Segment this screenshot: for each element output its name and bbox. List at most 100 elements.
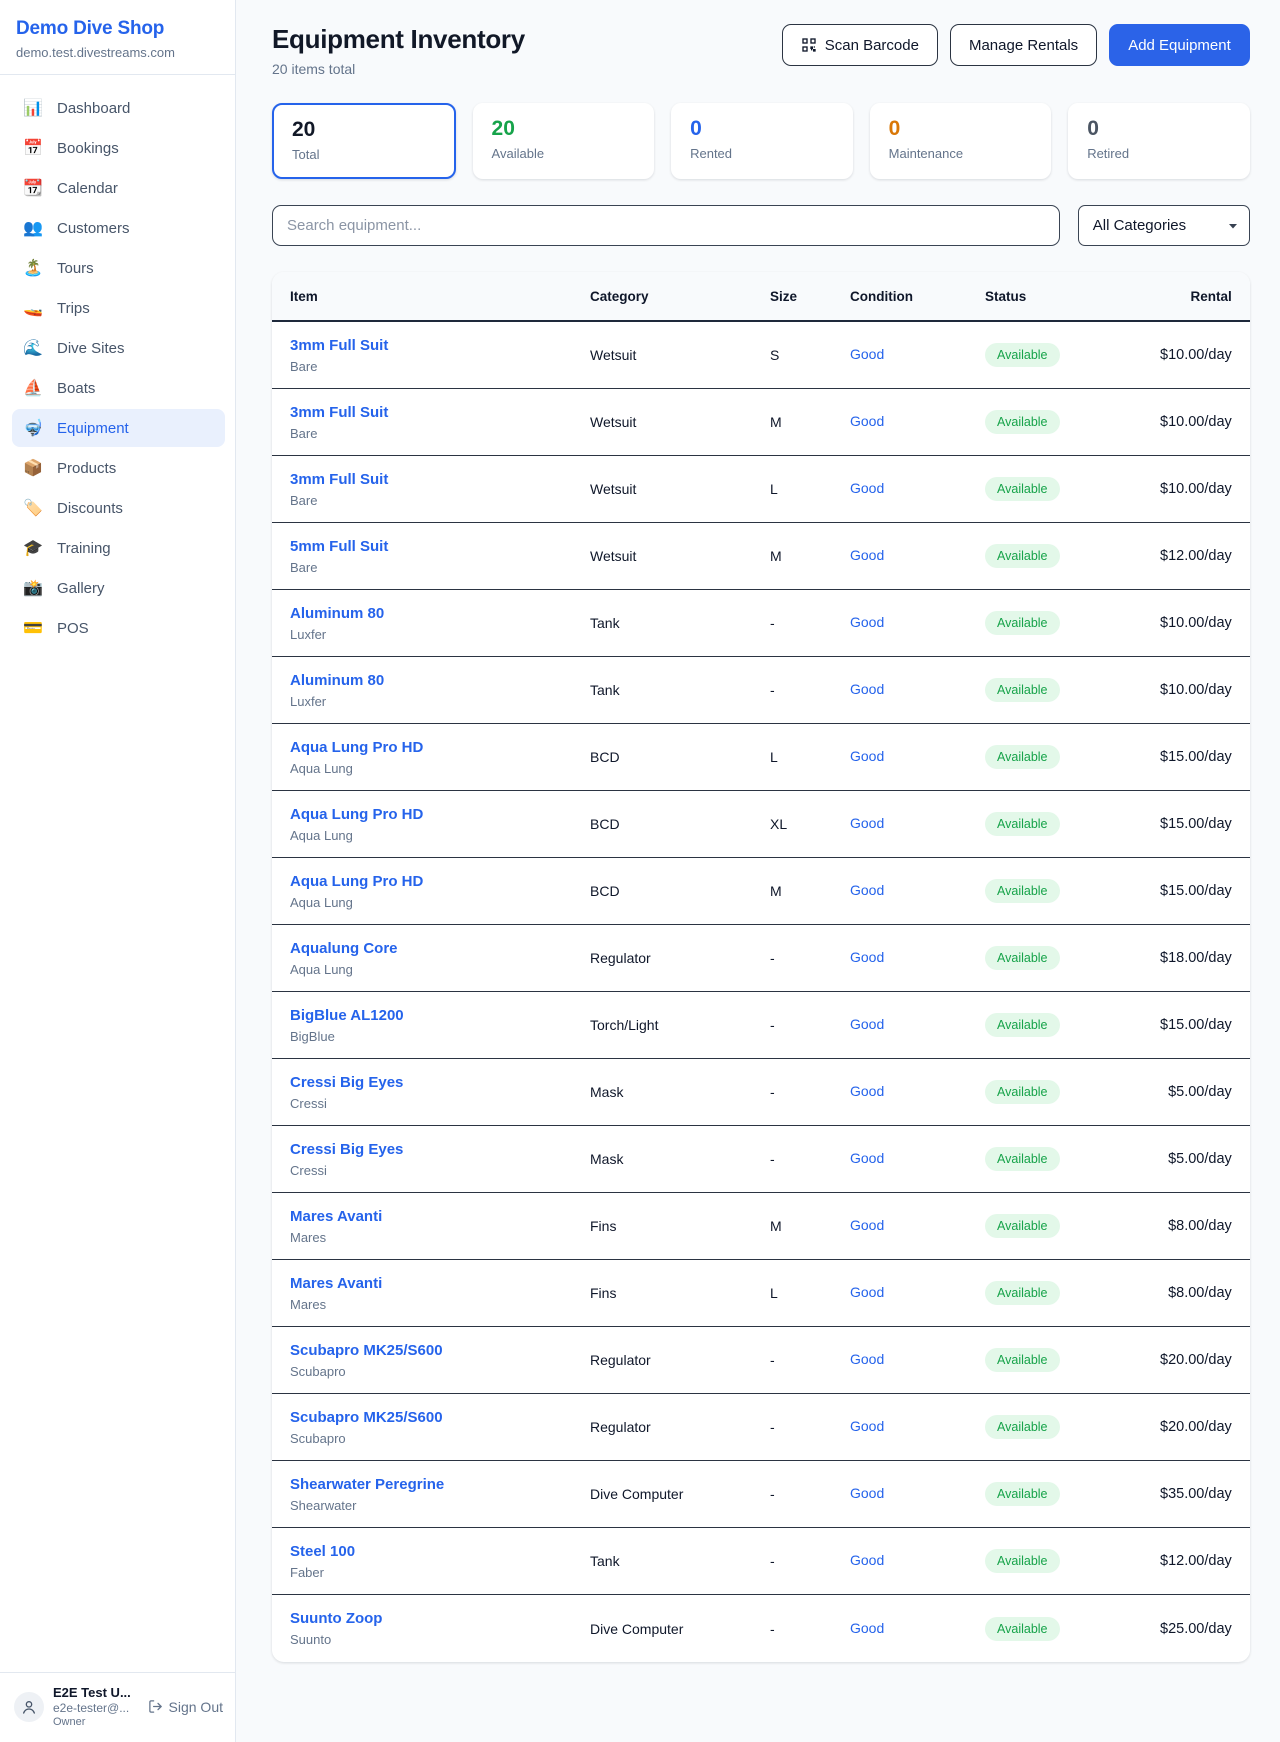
- condition-link[interactable]: Good: [850, 1217, 884, 1233]
- item-link[interactable]: 5mm Full Suit: [290, 538, 388, 555]
- item-link[interactable]: Cressi Big Eyes: [290, 1141, 403, 1158]
- size-cell: -: [770, 1553, 850, 1569]
- item-link[interactable]: Aluminum 80: [290, 605, 384, 622]
- sidebar-item-dive-sites[interactable]: 🌊 Dive Sites: [12, 329, 225, 367]
- category-select[interactable]: All Categories: [1078, 205, 1250, 246]
- stat-card-total[interactable]: 20 Total: [272, 103, 456, 179]
- sidebar-item-label: Equipment: [57, 420, 129, 437]
- user-block: E2E Test U... e2e-tester@... Owner Sign …: [0, 1672, 235, 1742]
- item-link[interactable]: Steel 100: [290, 1543, 355, 1560]
- condition-link[interactable]: Good: [850, 413, 884, 429]
- size-cell: -: [770, 1486, 850, 1502]
- main-content: Equipment Inventory 20 items total Scan …: [236, 0, 1280, 1742]
- table-row: Aluminum 80 Luxfer Tank - Good Available…: [272, 657, 1250, 724]
- search-input[interactable]: [272, 205, 1060, 246]
- table-body: 3mm Full Suit Bare Wetsuit S Good Availa…: [272, 322, 1250, 1662]
- item-link[interactable]: Mares Avanti: [290, 1208, 382, 1225]
- item-link[interactable]: Aluminum 80: [290, 672, 384, 689]
- status-cell: Available: [985, 678, 1160, 702]
- item-link[interactable]: Suunto Zoop: [290, 1610, 382, 1627]
- item-link[interactable]: Aqualung Core: [290, 940, 398, 957]
- sidebar-item-tours[interactable]: 🏝️ Tours: [12, 249, 225, 287]
- sidebar-item-gallery[interactable]: 📸 Gallery: [12, 569, 225, 607]
- condition-link[interactable]: Good: [850, 1351, 884, 1367]
- table-row: Aqualung Core Aqua Lung Regulator - Good…: [272, 925, 1250, 992]
- item-link[interactable]: Aqua Lung Pro HD: [290, 739, 423, 756]
- item-link[interactable]: Shearwater Peregrine: [290, 1476, 444, 1493]
- condition-link[interactable]: Good: [850, 1620, 884, 1636]
- item-brand: Scubapro: [290, 1364, 590, 1379]
- sidebar-item-calendar[interactable]: 📆 Calendar: [12, 169, 225, 207]
- condition-link[interactable]: Good: [850, 1150, 884, 1166]
- status-cell: Available: [985, 1617, 1160, 1641]
- stat-label: Rented: [690, 146, 834, 161]
- stat-card-available[interactable]: 20 Available: [473, 103, 655, 179]
- sidebar-item-discounts[interactable]: 🏷️ Discounts: [12, 489, 225, 527]
- category-cell: Tank: [590, 1553, 770, 1569]
- stat-card-retired[interactable]: 0 Retired: [1068, 103, 1250, 179]
- condition-link[interactable]: Good: [850, 748, 884, 764]
- sidebar-item-label: Trips: [57, 300, 90, 317]
- scan-barcode-button[interactable]: Scan Barcode: [782, 24, 938, 66]
- sidebar-item-pos[interactable]: 💳 POS: [12, 609, 225, 647]
- sidebar-item-label: Tours: [57, 260, 94, 277]
- stat-card-rented[interactable]: 0 Rented: [671, 103, 853, 179]
- chevron-down-icon: [1227, 220, 1239, 232]
- item-link[interactable]: 3mm Full Suit: [290, 337, 388, 354]
- condition-cell: Good: [850, 815, 985, 833]
- condition-link[interactable]: Good: [850, 1418, 884, 1434]
- item-brand: Bare: [290, 560, 590, 575]
- table-row: Aluminum 80 Luxfer Tank - Good Available…: [272, 590, 1250, 657]
- item-link[interactable]: Mares Avanti: [290, 1275, 382, 1292]
- condition-link[interactable]: Good: [850, 547, 884, 563]
- size-cell: M: [770, 1218, 850, 1234]
- condition-link[interactable]: Good: [850, 1016, 884, 1032]
- condition-link[interactable]: Good: [850, 681, 884, 697]
- item-cell: Aqua Lung Pro HD Aqua Lung: [290, 806, 590, 843]
- condition-link[interactable]: Good: [850, 1485, 884, 1501]
- item-link[interactable]: Scubapro MK25/S600: [290, 1342, 443, 1359]
- island-icon: 🏝️: [22, 258, 44, 278]
- sign-out-button[interactable]: Sign Out: [148, 1699, 223, 1715]
- rental-cell: $35.00/day: [1160, 1486, 1232, 1502]
- category-cell: Wetsuit: [590, 548, 770, 564]
- condition-link[interactable]: Good: [850, 1552, 884, 1568]
- sidebar-item-equipment[interactable]: 🤿 Equipment: [12, 409, 225, 447]
- condition-link[interactable]: Good: [850, 1083, 884, 1099]
- stat-card-maintenance[interactable]: 0 Maintenance: [870, 103, 1052, 179]
- page-title: Equipment Inventory: [272, 24, 525, 55]
- item-brand: Cressi: [290, 1163, 590, 1178]
- item-link[interactable]: Aqua Lung Pro HD: [290, 806, 423, 823]
- sidebar-item-bookings[interactable]: 📅 Bookings: [12, 129, 225, 167]
- condition-link[interactable]: Good: [850, 949, 884, 965]
- item-link[interactable]: Cressi Big Eyes: [290, 1074, 403, 1091]
- item-link[interactable]: Scubapro MK25/S600: [290, 1409, 443, 1426]
- sidebar-item-trips[interactable]: 🚤 Trips: [12, 289, 225, 327]
- condition-link[interactable]: Good: [850, 1284, 884, 1300]
- stat-value: 0: [690, 117, 834, 141]
- item-link[interactable]: Aqua Lung Pro HD: [290, 873, 423, 890]
- sidebar-item-training[interactable]: 🎓 Training: [12, 529, 225, 567]
- add-equipment-button[interactable]: Add Equipment: [1109, 24, 1250, 66]
- item-link[interactable]: 3mm Full Suit: [290, 404, 388, 421]
- manage-rentals-button[interactable]: Manage Rentals: [950, 24, 1097, 66]
- status-cell: Available: [985, 1147, 1160, 1171]
- condition-link[interactable]: Good: [850, 882, 884, 898]
- condition-link[interactable]: Good: [850, 480, 884, 496]
- sailboat-icon: ⛵: [22, 378, 44, 398]
- sidebar-item-products[interactable]: 📦 Products: [12, 449, 225, 487]
- stat-label: Total: [292, 147, 436, 162]
- item-brand: Aqua Lung: [290, 895, 590, 910]
- status-cell: Available: [985, 1549, 1160, 1573]
- size-cell: -: [770, 1017, 850, 1033]
- item-link[interactable]: BigBlue AL1200: [290, 1007, 404, 1024]
- rental-cell: $10.00/day: [1160, 481, 1232, 497]
- condition-link[interactable]: Good: [850, 614, 884, 630]
- sidebar-item-customers[interactable]: 👥 Customers: [12, 209, 225, 247]
- condition-link[interactable]: Good: [850, 815, 884, 831]
- condition-link[interactable]: Good: [850, 346, 884, 362]
- sidebar-item-dashboard[interactable]: 📊 Dashboard: [12, 89, 225, 127]
- item-cell: BigBlue AL1200 BigBlue: [290, 1007, 590, 1044]
- item-link[interactable]: 3mm Full Suit: [290, 471, 388, 488]
- sidebar-item-boats[interactable]: ⛵ Boats: [12, 369, 225, 407]
